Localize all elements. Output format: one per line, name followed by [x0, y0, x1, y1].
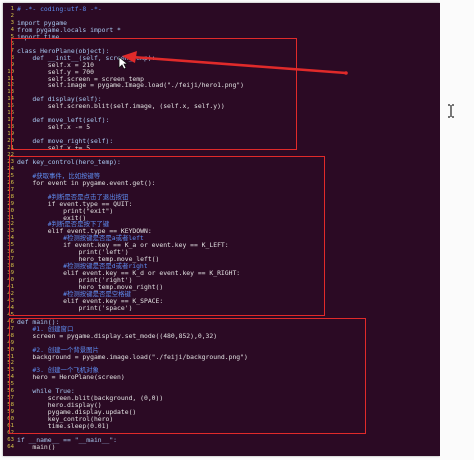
main-box: [9, 318, 366, 434]
background-panel: [440, 0, 474, 460]
line-number: 64: [7, 443, 14, 450]
class-heroplane-box: [11, 38, 297, 150]
code-line[interactable]: 64 main(): [3, 443, 440, 451]
key-control-box: [9, 156, 325, 316]
screen: 1 # -*- coding:utf-8 -*- 2 3 import pygame 4 f…: [0, 0, 474, 460]
mouse-pointer-icon: [118, 56, 128, 70]
ibeam-cursor-icon: [448, 104, 454, 118]
line-text: main(): [17, 442, 56, 451]
